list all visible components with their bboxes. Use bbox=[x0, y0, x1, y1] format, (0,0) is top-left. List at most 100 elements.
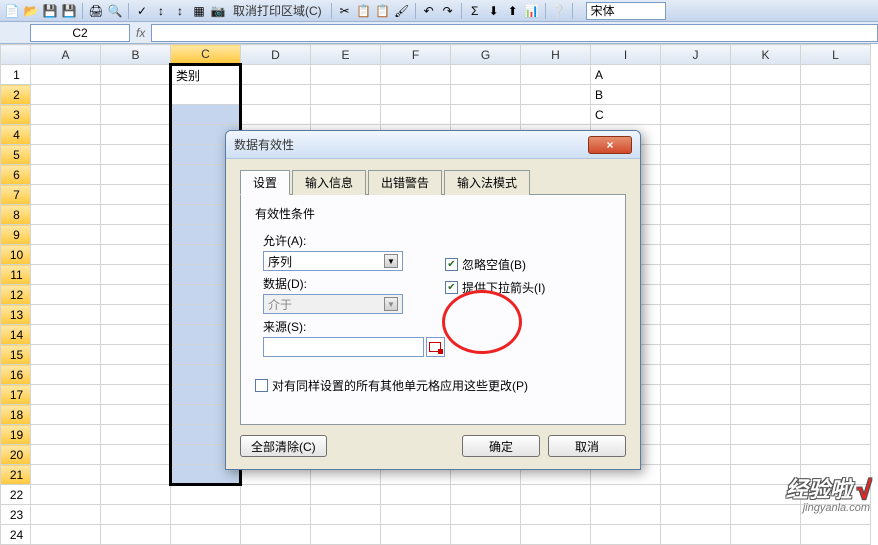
cell-F24[interactable] bbox=[381, 525, 451, 545]
cell-B1[interactable] bbox=[101, 65, 171, 85]
row-header-23[interactable]: 23 bbox=[1, 505, 31, 525]
cell-L13[interactable] bbox=[801, 305, 871, 325]
cell-G3[interactable] bbox=[451, 105, 521, 125]
cell-J8[interactable] bbox=[661, 205, 731, 225]
cell-E22[interactable] bbox=[311, 485, 381, 505]
cell-C2[interactable] bbox=[171, 85, 241, 105]
cell-E3[interactable] bbox=[311, 105, 381, 125]
cell-F1[interactable] bbox=[381, 65, 451, 85]
cell-L11[interactable] bbox=[801, 265, 871, 285]
cell-J12[interactable] bbox=[661, 285, 731, 305]
cell-I24[interactable] bbox=[591, 525, 661, 545]
cell-I22[interactable] bbox=[591, 485, 661, 505]
cell-L10[interactable] bbox=[801, 245, 871, 265]
cell-A10[interactable] bbox=[31, 245, 101, 265]
col-header-B[interactable]: B bbox=[101, 45, 171, 65]
cell-K15[interactable] bbox=[731, 345, 801, 365]
tab-ime-mode[interactable]: 输入法模式 bbox=[444, 170, 530, 195]
dialog-titlebar[interactable]: 数据有效性 × bbox=[226, 131, 640, 159]
cell-B4[interactable] bbox=[101, 125, 171, 145]
cell-A8[interactable] bbox=[31, 205, 101, 225]
cell-G22[interactable] bbox=[451, 485, 521, 505]
cell-E2[interactable] bbox=[311, 85, 381, 105]
cell-J9[interactable] bbox=[661, 225, 731, 245]
allow-combo[interactable]: 序列 ▼ bbox=[263, 251, 403, 271]
redo-icon[interactable]: ↷ bbox=[440, 3, 456, 19]
cell-K3[interactable] bbox=[731, 105, 801, 125]
col-header-K[interactable]: K bbox=[731, 45, 801, 65]
cell-D2[interactable] bbox=[241, 85, 311, 105]
ok-button[interactable]: 确定 bbox=[462, 435, 540, 457]
row-header-16[interactable]: 16 bbox=[1, 365, 31, 385]
sort-desc-icon[interactable]: ⬆ bbox=[505, 3, 521, 19]
cell-F2[interactable] bbox=[381, 85, 451, 105]
cell-D22[interactable] bbox=[241, 485, 311, 505]
cell-A19[interactable] bbox=[31, 425, 101, 445]
sort-asc-icon[interactable]: ⬇ bbox=[486, 3, 502, 19]
cell-I1[interactable]: A bbox=[591, 65, 661, 85]
cell-K12[interactable] bbox=[731, 285, 801, 305]
col-header-E[interactable]: E bbox=[311, 45, 381, 65]
cell-A24[interactable] bbox=[31, 525, 101, 545]
row-header-14[interactable]: 14 bbox=[1, 325, 31, 345]
cell-I23[interactable] bbox=[591, 505, 661, 525]
cell-L19[interactable] bbox=[801, 425, 871, 445]
cell-J2[interactable] bbox=[661, 85, 731, 105]
cell-L15[interactable] bbox=[801, 345, 871, 365]
cell-B9[interactable] bbox=[101, 225, 171, 245]
row-header-24[interactable]: 24 bbox=[1, 525, 31, 545]
cancel-print-area[interactable]: 取消打印区域(C) bbox=[229, 2, 326, 19]
cell-A6[interactable] bbox=[31, 165, 101, 185]
save-icon[interactable]: 💾 bbox=[42, 3, 58, 19]
cell-A22[interactable] bbox=[31, 485, 101, 505]
cell-A3[interactable] bbox=[31, 105, 101, 125]
undo-icon[interactable]: ↶ bbox=[421, 3, 437, 19]
cell-C22[interactable] bbox=[171, 485, 241, 505]
cell-J14[interactable] bbox=[661, 325, 731, 345]
cell-K1[interactable] bbox=[731, 65, 801, 85]
cell-B11[interactable] bbox=[101, 265, 171, 285]
cell-D23[interactable] bbox=[241, 505, 311, 525]
cell-K9[interactable] bbox=[731, 225, 801, 245]
cell-A21[interactable] bbox=[31, 465, 101, 485]
grid-icon[interactable]: ▦ bbox=[191, 3, 207, 19]
row-header-7[interactable]: 7 bbox=[1, 185, 31, 205]
col-header-F[interactable]: F bbox=[381, 45, 451, 65]
row-header-12[interactable]: 12 bbox=[1, 285, 31, 305]
tab-settings[interactable]: 设置 bbox=[240, 170, 290, 195]
cell-J4[interactable] bbox=[661, 125, 731, 145]
cell-C24[interactable] bbox=[171, 525, 241, 545]
cell-L3[interactable] bbox=[801, 105, 871, 125]
row-header-10[interactable]: 10 bbox=[1, 245, 31, 265]
cell-B21[interactable] bbox=[101, 465, 171, 485]
cell-K13[interactable] bbox=[731, 305, 801, 325]
cell-L1[interactable] bbox=[801, 65, 871, 85]
formula-bar[interactable] bbox=[151, 24, 878, 42]
cell-J19[interactable] bbox=[661, 425, 731, 445]
cell-J13[interactable] bbox=[661, 305, 731, 325]
col-header-I[interactable]: I bbox=[591, 45, 661, 65]
row-header-4[interactable]: 4 bbox=[1, 125, 31, 145]
cell-B7[interactable] bbox=[101, 185, 171, 205]
cell-J18[interactable] bbox=[661, 405, 731, 425]
cell-D24[interactable] bbox=[241, 525, 311, 545]
row-header-1[interactable]: 1 bbox=[1, 65, 31, 85]
row-header-13[interactable]: 13 bbox=[1, 305, 31, 325]
cell-J3[interactable] bbox=[661, 105, 731, 125]
cell-J5[interactable] bbox=[661, 145, 731, 165]
cell-B8[interactable] bbox=[101, 205, 171, 225]
cell-A20[interactable] bbox=[31, 445, 101, 465]
col-header-J[interactable]: J bbox=[661, 45, 731, 65]
sort-icon[interactable]: ↕ bbox=[153, 3, 169, 19]
cell-B20[interactable] bbox=[101, 445, 171, 465]
cell-B22[interactable] bbox=[101, 485, 171, 505]
cell-I3[interactable]: C bbox=[591, 105, 661, 125]
new-icon[interactable]: 📄 bbox=[4, 3, 20, 19]
cell-D3[interactable] bbox=[241, 105, 311, 125]
row-header-15[interactable]: 15 bbox=[1, 345, 31, 365]
cell-A18[interactable] bbox=[31, 405, 101, 425]
cell-B17[interactable] bbox=[101, 385, 171, 405]
saveas-icon[interactable]: 💾 bbox=[61, 3, 77, 19]
cell-G23[interactable] bbox=[451, 505, 521, 525]
cell-B3[interactable] bbox=[101, 105, 171, 125]
